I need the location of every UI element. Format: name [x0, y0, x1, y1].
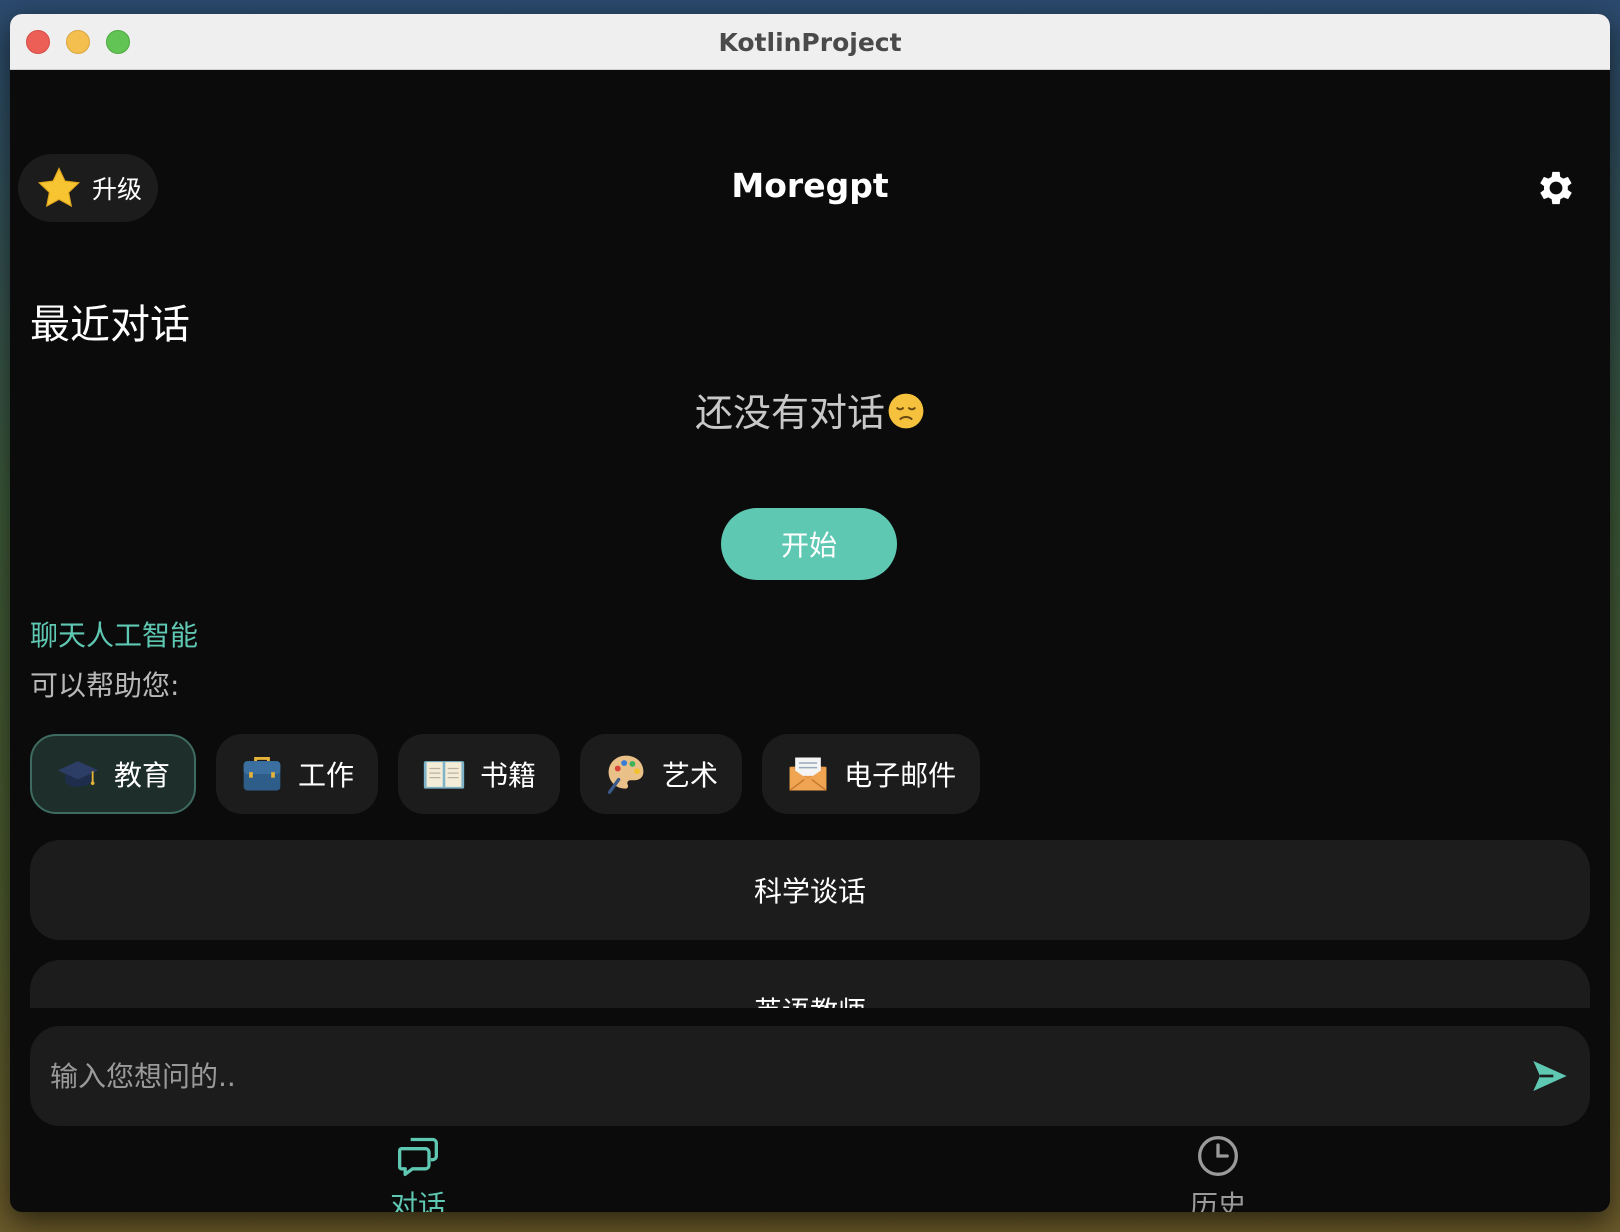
category-label: 电子邮件: [844, 759, 957, 792]
gear-icon[interactable]: [1534, 166, 1578, 210]
palette-icon: [607, 755, 644, 794]
nav-chat-tab[interactable]: 对话: [348, 1134, 488, 1212]
sad-face-icon: [888, 393, 924, 429]
empty-state: 还没有对话: [10, 382, 1610, 437]
help-subtitle: 可以帮助您:: [30, 669, 180, 702]
bottom-navigation: 对话 历史: [10, 1134, 1610, 1212]
category-chips: 教育 工作 书籍 艺术 电子邮件: [30, 734, 981, 814]
category-label: 工作: [298, 759, 355, 792]
envelope-icon: [789, 757, 827, 792]
category-chip-email[interactable]: 电子邮件: [762, 734, 981, 814]
app-window: KotlinProject 升级 Moregpt 最近对话 还没有对话 开始 聊…: [10, 14, 1610, 1212]
window-title: KotlinProject: [718, 28, 902, 57]
app-title: Moregpt: [731, 166, 889, 205]
title-bar: KotlinProject: [10, 14, 1610, 70]
send-icon[interactable]: [1530, 1056, 1570, 1096]
prompt-list: 科学谈话 英语教师: [30, 840, 1590, 1008]
open-book-icon: [423, 761, 465, 789]
start-button[interactable]: 开始: [721, 508, 897, 580]
message-input-bar: [30, 1026, 1590, 1126]
message-input[interactable]: [50, 1059, 1530, 1093]
chat-ai-title: 聊天人工智能: [30, 619, 199, 652]
category-chip-work[interactable]: 工作: [216, 734, 379, 814]
category-label: 艺术: [662, 759, 719, 792]
graduation-cap-icon: [57, 761, 99, 787]
clock-icon: [1198, 1136, 1238, 1176]
recent-conversations-heading: 最近对话: [30, 302, 190, 348]
nav-chat-label: 对话: [389, 1189, 446, 1212]
category-chip-art[interactable]: 艺术: [580, 734, 743, 814]
category-chip-education[interactable]: 教育: [30, 734, 197, 814]
category-label: 书籍: [480, 759, 537, 792]
chat-bubbles-icon: [398, 1137, 438, 1176]
category-chip-books[interactable]: 书籍: [398, 734, 561, 814]
briefcase-icon: [243, 756, 281, 791]
prompt-card[interactable]: 科学谈话: [30, 840, 1590, 940]
category-label: 教育: [114, 759, 171, 792]
nav-history-label: 历史: [1189, 1189, 1246, 1212]
empty-state-text: 还没有对话: [694, 391, 885, 435]
app-content: 升级 Moregpt 最近对话 还没有对话 开始 聊天人工智能 可以帮助您: 教…: [10, 70, 1610, 1212]
prompt-card[interactable]: 英语教师: [30, 960, 1590, 1008]
nav-history-tab[interactable]: 历史: [1148, 1134, 1288, 1212]
